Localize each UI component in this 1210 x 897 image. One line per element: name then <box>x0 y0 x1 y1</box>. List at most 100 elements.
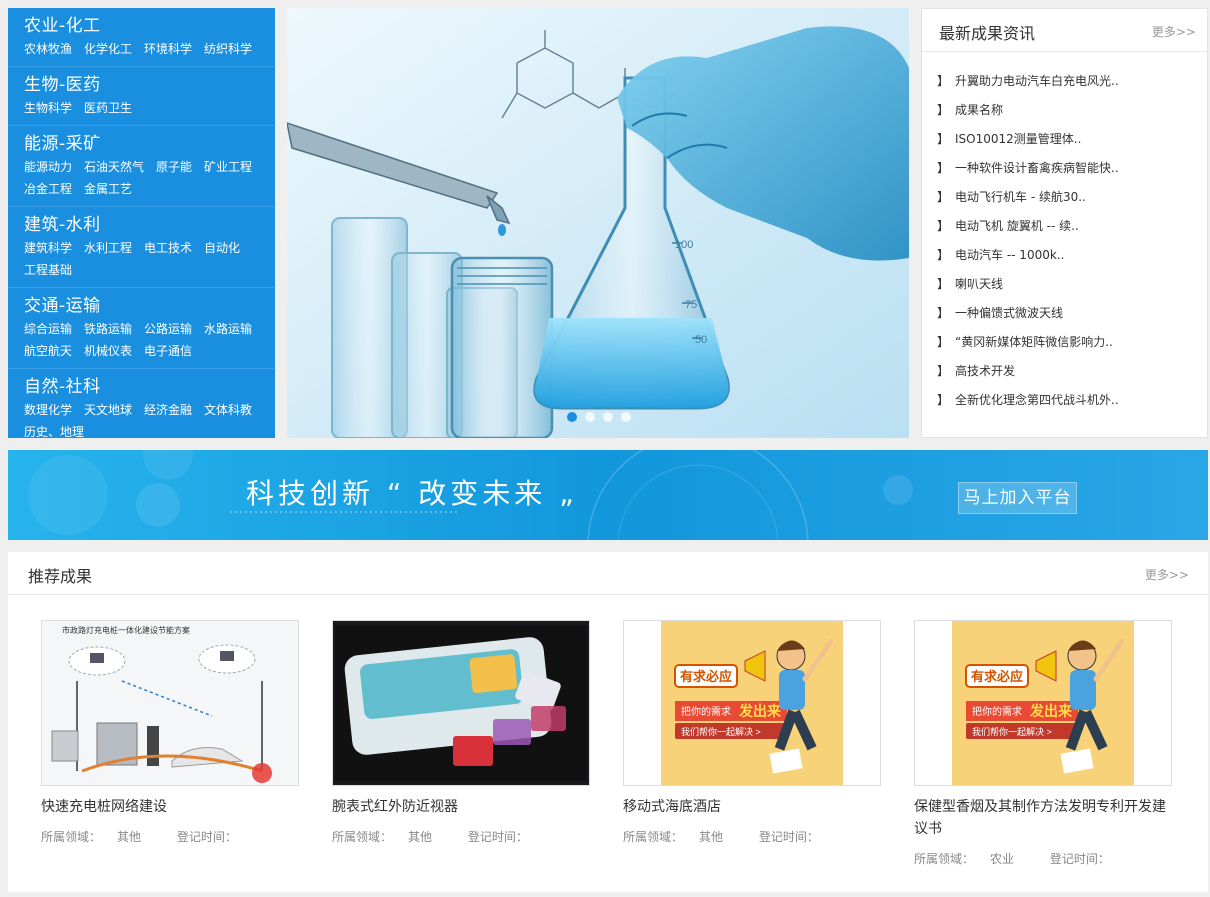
category-link[interactable]: 数理化学 <box>24 399 72 421</box>
result-image[interactable]: 有求必应 把你的需求 发出来 我们帮你一起解决 > <box>623 620 881 786</box>
category-links: 建筑科学 水利工程 电工技术 自动化 工程基础 <box>24 237 260 281</box>
result-name[interactable]: 腕表式红外防近视器 <box>332 796 590 818</box>
recommend-more-link[interactable]: 更多>> <box>1145 566 1189 583</box>
news-item-title[interactable]: 成果名称 <box>955 96 1003 125</box>
recommend-section: 推荐成果 更多>> 市政路灯充电桩一体化建设节能方案 快速充电桩网络建设 所属领… <box>8 552 1208 892</box>
flask-mark: 50 <box>695 334 707 346</box>
category-title[interactable]: 交通-运输 <box>24 294 260 318</box>
category-link[interactable]: 石油天然气 <box>84 156 144 178</box>
news-bracket: 】 <box>937 393 950 407</box>
category-link[interactable]: 纺织科学 <box>204 38 252 60</box>
news-more-link[interactable]: 更多>> <box>1152 23 1196 40</box>
news-item[interactable]: 】一种软件设计畜禽疾病智能快.. <box>922 154 1207 183</box>
category-link[interactable]: 航空航天 <box>24 340 72 362</box>
category-links: 能源动力 石油天然气 原子能 矿业工程 冶金工程 金属工艺 <box>24 156 260 200</box>
result-card[interactable]: 腕表式红外防近视器 所属领域： 其他 登记时间： <box>332 620 590 845</box>
request-poster: 有求必应 把你的需求 发出来 我们帮你一起解决 > <box>661 621 843 785</box>
category-title[interactable]: 生物-医药 <box>24 73 260 97</box>
category-link[interactable]: 原子能 <box>156 156 192 178</box>
news-item-title[interactable]: 一种软件设计畜禽疾病智能快.. <box>955 154 1119 183</box>
category-link[interactable]: 文体科教 <box>204 399 252 421</box>
slogan-banner[interactable]: 科技创新 “ 改变未来 „ 马上加入平台 <box>8 450 1208 540</box>
news-item[interactable]: 】升翼助力电动汽车白充电风光.. <box>922 67 1207 96</box>
result-name[interactable]: 移动式海底酒店 <box>623 796 881 818</box>
result-card[interactable]: 市政路灯充电桩一体化建设节能方案 快速充电桩网络建设 所属领域： 其他 登记时间： <box>41 620 299 845</box>
slogan-text: 科技创新 “ 改变未来 „ <box>246 477 578 510</box>
news-bracket: 】 <box>937 161 950 175</box>
carousel-dot[interactable] <box>585 412 595 422</box>
result-name[interactable]: 快速充电桩网络建设 <box>41 796 299 818</box>
news-item-title[interactable]: 电动飞机 旋翼机 -- 续.. <box>955 212 1079 241</box>
news-item-title[interactable]: “黄冈新媒体矩阵微信影响力.. <box>955 328 1113 357</box>
news-item-title[interactable]: ISO10012测量管理体.. <box>955 125 1081 154</box>
result-image[interactable]: 有求必应 把你的需求 发出来 我们帮你一起解决 > <box>914 620 1172 786</box>
category-link[interactable]: 公路运输 <box>144 318 192 340</box>
carousel-dot[interactable] <box>567 412 577 422</box>
news-item[interactable]: 】高技术开发 <box>922 357 1207 386</box>
news-item-title[interactable]: 电动汽车 -- 1000k.. <box>955 241 1064 270</box>
category-link[interactable]: 金属工艺 <box>84 178 132 200</box>
category-link[interactable]: 自动化 <box>204 237 240 259</box>
news-item[interactable]: 】成果名称 <box>922 96 1207 125</box>
category-link[interactable]: 冶金工程 <box>24 178 72 200</box>
carousel-dot[interactable] <box>621 412 631 422</box>
news-item[interactable]: 】一种偏馈式微波天线 <box>922 299 1207 328</box>
news-item-title[interactable]: 全新优化理念第四代战斗机外.. <box>955 386 1119 415</box>
category-group: 生物-医药 生物科学 医药卫生 <box>8 67 275 126</box>
category-link[interactable]: 水路运输 <box>204 318 252 340</box>
category-title[interactable]: 农业-化工 <box>24 14 260 38</box>
news-item[interactable]: 】电动飞行机车 - 续航30.. <box>922 183 1207 212</box>
category-link[interactable]: 能源动力 <box>24 156 72 178</box>
category-title[interactable]: 自然-社科 <box>24 375 260 399</box>
category-link[interactable]: 矿业工程 <box>204 156 252 178</box>
news-item[interactable]: 】电动汽车 -- 1000k.. <box>922 241 1207 270</box>
news-list: 】升翼助力电动汽车白充电风光.. 】成果名称 】 ISO10012测量管理体.. … <box>922 52 1207 415</box>
news-item[interactable]: 】 “黄冈新媒体矩阵微信影响力.. <box>922 328 1207 357</box>
news-item-title[interactable]: 一种偏馈式微波天线 <box>955 299 1063 328</box>
category-link[interactable]: 农林牧渔 <box>24 38 72 60</box>
news-bracket: 】 <box>937 103 950 117</box>
category-title[interactable]: 能源-采矿 <box>24 132 260 156</box>
result-meta: 所属领域： 农业 登记时间： <box>914 850 1172 867</box>
news-item[interactable]: 】电动飞机 旋翼机 -- 续.. <box>922 212 1207 241</box>
news-bracket: 】 <box>937 219 950 233</box>
result-name[interactable]: 保健型香烟及其制作方法发明专利开发建议书 <box>914 796 1172 840</box>
result-image[interactable]: 市政路灯充电桩一体化建设节能方案 <box>41 620 299 786</box>
poster-highlight: 发出来 <box>1029 703 1073 719</box>
news-item-title[interactable]: 电动飞行机车 - 续航30.. <box>955 183 1086 212</box>
result-image[interactable] <box>332 620 590 786</box>
category-link[interactable]: 电子通信 <box>144 340 192 362</box>
category-link[interactable]: 水利工程 <box>84 237 132 259</box>
category-title[interactable]: 建筑-水利 <box>24 213 260 237</box>
news-item-title[interactable]: 高技术开发 <box>955 357 1015 386</box>
category-link[interactable]: 历史、地理 <box>24 421 84 443</box>
news-item-title[interactable]: 喇叭天线 <box>955 270 1003 299</box>
category-link[interactable]: 电工技术 <box>144 237 192 259</box>
result-card[interactable]: 有求必应 把你的需求 发出来 我们帮你一起解决 > 保健型香烟及其制作方法发明专… <box>914 620 1172 867</box>
news-bracket: 】 <box>937 132 950 146</box>
field-label: 所属领域： <box>914 852 975 866</box>
result-card[interactable]: 有求必应 把你的需求 发出来 我们帮你一起解决 > 移动式海底酒店 所属领域： 其… <box>623 620 881 845</box>
news-panel: 最新成果资讯 更多>> 】升翼助力电动汽车白充电风光.. 】成果名称 】 ISO1… <box>921 8 1208 438</box>
news-item-title[interactable]: 升翼助力电动汽车白充电风光.. <box>955 67 1119 96</box>
category-link[interactable]: 经济金融 <box>144 399 192 421</box>
category-link[interactable]: 天文地球 <box>84 399 132 421</box>
category-link[interactable]: 机械仪表 <box>84 340 132 362</box>
category-link[interactable]: 工程基础 <box>24 259 72 281</box>
category-link[interactable]: 建筑科学 <box>24 237 72 259</box>
result-meta: 所属领域： 其他 登记时间： <box>332 828 590 845</box>
category-link[interactable]: 综合运输 <box>24 318 72 340</box>
time-label: 登记时间： <box>758 830 819 844</box>
news-item[interactable]: 】 ISO10012测量管理体.. <box>922 125 1207 154</box>
join-platform-button[interactable]: 马上加入平台 <box>958 482 1077 514</box>
news-item[interactable]: 】全新优化理念第四代战斗机外.. <box>922 386 1207 415</box>
hero-banner[interactable]: 100 75 50 <box>287 8 909 438</box>
category-link[interactable]: 铁路运输 <box>84 318 132 340</box>
carousel-dot[interactable] <box>603 412 613 422</box>
news-item[interactable]: 】喇叭天线 <box>922 270 1207 299</box>
category-link[interactable]: 化学化工 <box>84 38 132 60</box>
category-link[interactable]: 生物科学 <box>24 97 72 119</box>
category-link[interactable]: 医药卫生 <box>84 97 132 119</box>
field-value: 其他 <box>408 830 433 844</box>
category-link[interactable]: 环境科学 <box>144 38 192 60</box>
